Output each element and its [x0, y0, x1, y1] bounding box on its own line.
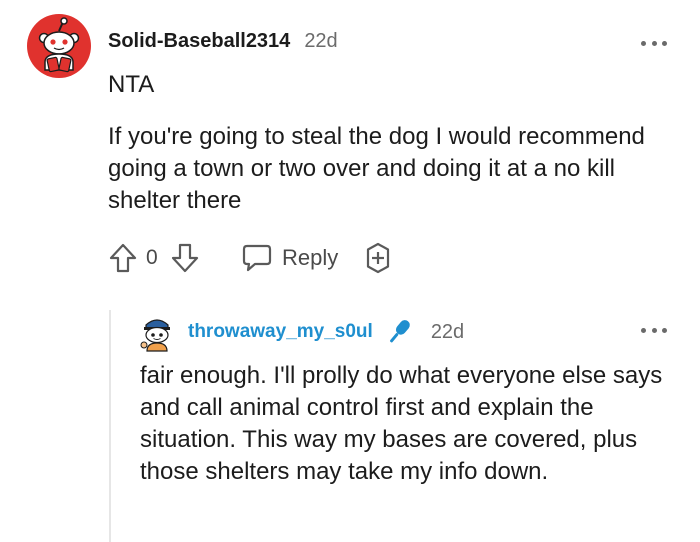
reply-button[interactable]: Reply	[242, 242, 338, 274]
downvote-icon[interactable]	[170, 242, 200, 274]
snoo-avatar-blue-icon	[140, 319, 170, 352]
chat-bubble-icon	[242, 244, 272, 272]
thread-line[interactable]	[109, 310, 111, 542]
avatar[interactable]	[138, 313, 176, 353]
reply-label: Reply	[282, 245, 339, 270]
vote-score: 0	[146, 246, 158, 269]
reply-timestamp: 22d	[430, 320, 465, 343]
comment-verdict: NTA	[108, 71, 155, 98]
avatar[interactable]	[27, 14, 91, 78]
microphone-icon	[389, 320, 410, 343]
comment-header: Solid-Baseball2314 22d	[108, 30, 338, 56]
comment-username[interactable]: Solid-Baseball2314	[108, 30, 290, 53]
reply-username[interactable]: throwaway_my_s0ul	[188, 321, 373, 343]
upvote-icon[interactable]	[108, 242, 138, 274]
reply-body: fair enough. I'll prolly do what everyon…	[140, 362, 663, 485]
snoo-avatar-red-icon	[27, 14, 91, 78]
reply-header: throwaway_my_s0ul 22d	[188, 318, 464, 346]
more-options-icon[interactable]	[641, 325, 667, 335]
award-icon[interactable]	[362, 242, 394, 274]
comment-body: If you're going to steal the dog I would…	[108, 123, 645, 214]
more-options-icon[interactable]	[641, 38, 667, 48]
comment-timestamp: 22d	[304, 30, 338, 52]
